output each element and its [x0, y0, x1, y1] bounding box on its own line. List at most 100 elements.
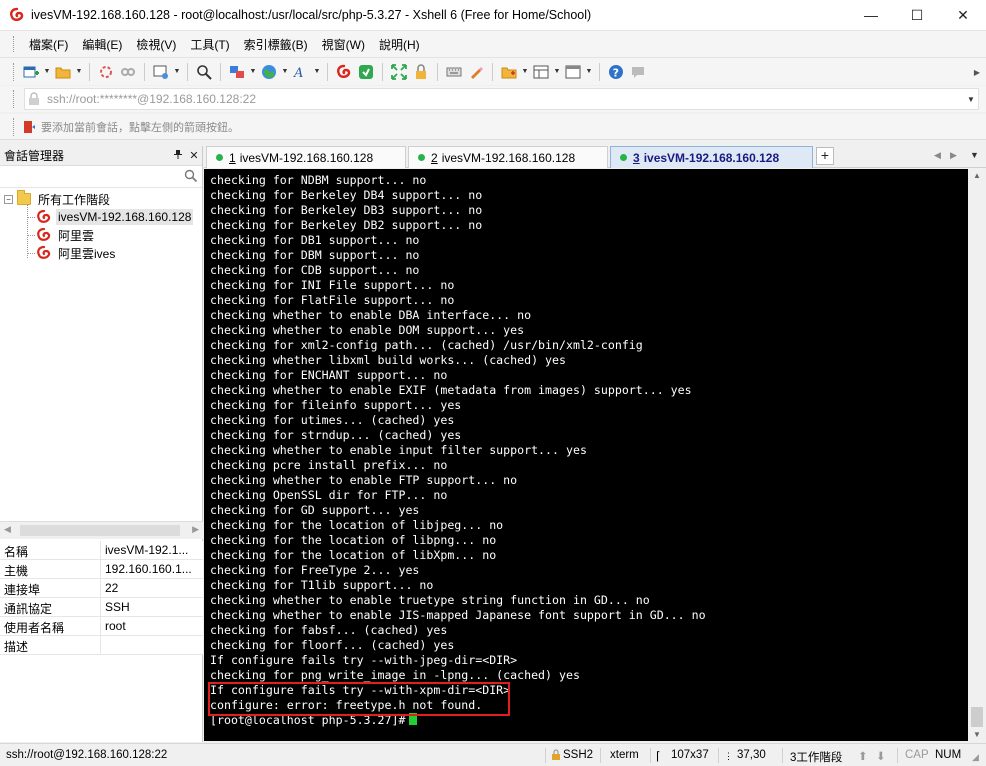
menu-window[interactable]: 視窗(W)	[315, 36, 372, 53]
globe-icon[interactable]	[258, 61, 280, 83]
fullscreen-icon[interactable]	[388, 61, 410, 83]
scroll-up-icon[interactable]: ▲	[973, 171, 981, 180]
new-session-dropdown-icon[interactable]: ▼	[42, 61, 52, 83]
property-row: 通訊協定 SSH	[0, 598, 203, 617]
window-icon[interactable]	[562, 61, 584, 83]
connected-status-icon	[216, 154, 223, 161]
scroll-thumb[interactable]	[971, 707, 983, 727]
property-value: SSH	[105, 600, 130, 614]
toolbar-separator	[492, 62, 493, 81]
transfer-dropdown-icon[interactable]: ▼	[248, 61, 258, 83]
bookmark-arrow-icon[interactable]	[22, 120, 36, 134]
tree-root[interactable]: − 所有工作階段	[0, 190, 203, 208]
terminal-line: checking for fileinfo support... yes	[210, 398, 462, 412]
connected-status-icon	[620, 154, 627, 161]
svg-text:A: A	[293, 66, 303, 80]
search-icon[interactable]	[184, 169, 198, 183]
status-num: NUM	[935, 749, 962, 761]
layout-icon[interactable]	[530, 61, 552, 83]
tab-next-icon[interactable]: ▶	[950, 150, 957, 161]
xftp-icon[interactable]	[355, 61, 377, 83]
terminal-line: checking whether libxml build works... (…	[210, 353, 566, 367]
terminal-scrollbar[interactable]: ▲ ▼	[968, 169, 986, 741]
new-session-icon[interactable]	[20, 61, 42, 83]
status-sessions: 3工作階段	[790, 752, 843, 764]
chat-icon[interactable]	[627, 61, 649, 83]
disconnect-icon[interactable]	[117, 61, 139, 83]
find-icon[interactable]	[193, 61, 215, 83]
menu-edit[interactable]: 編輯(E)	[75, 36, 129, 53]
session-search-input[interactable]	[0, 166, 202, 188]
terminal-line: checking whether to enable DOM support..…	[210, 323, 525, 337]
session-up-icon[interactable]: ⬆	[858, 749, 868, 763]
tab-prev-icon[interactable]: ◀	[934, 150, 941, 161]
scroll-right-icon[interactable]: ▶	[192, 524, 199, 535]
scroll-left-icon[interactable]: ◀	[4, 524, 11, 535]
toolbar-overflow-icon[interactable]: ▶	[974, 68, 980, 77]
menu-tab[interactable]: 索引標籤(B)	[237, 36, 315, 53]
session-down-icon[interactable]: ⬇	[876, 749, 886, 763]
new-folder-dropdown-icon[interactable]: ▼	[520, 61, 530, 83]
properties-icon[interactable]	[150, 61, 172, 83]
xshell-icon[interactable]	[333, 61, 355, 83]
menu-view[interactable]: 檢視(V)	[129, 36, 183, 53]
globe-dropdown-icon[interactable]: ▼	[280, 61, 290, 83]
pin-icon[interactable]	[170, 149, 186, 162]
property-row: 描述	[0, 636, 203, 655]
menu-file[interactable]: 檔案(F)	[22, 36, 75, 53]
window-dropdown-icon[interactable]: ▼	[584, 61, 594, 83]
status-separator	[782, 748, 783, 763]
help-icon[interactable]: ?	[605, 61, 627, 83]
tab-list-icon[interactable]: ▼	[970, 150, 979, 160]
terminal-line: checking for Berkeley DB4 support... no	[210, 188, 483, 202]
panel-horizontal-scrollbar[interactable]: ◀ ▶	[0, 521, 203, 539]
lock-icon[interactable]	[410, 61, 432, 83]
collapse-icon[interactable]: −	[4, 194, 13, 204]
tab-session-2[interactable]: 2 ivesVM-192.168.160.128	[408, 146, 608, 168]
close-button[interactable]: ✕	[940, 0, 986, 31]
resize-grip-icon[interactable]: ◢	[972, 752, 979, 763]
add-tab-button[interactable]: +	[816, 147, 834, 165]
status-size-icon: ⌈	[656, 751, 661, 763]
tree-item-label: ivesVM-192.168.160.128	[56, 209, 194, 225]
menu-tools[interactable]: 工具(T)	[183, 36, 236, 53]
open-folder-icon[interactable]	[52, 61, 74, 83]
font-dropdown-icon[interactable]: ▼	[312, 61, 322, 83]
terminal-line: checking for xml2-config path... (cached…	[210, 338, 643, 352]
tab-number: 2	[431, 150, 438, 165]
highlight-icon[interactable]	[465, 61, 487, 83]
terminal-line: checking for the location of libXpm... n…	[210, 548, 497, 562]
open-dropdown-icon[interactable]: ▼	[74, 61, 84, 83]
tab-session-3[interactable]: 3 ivesVM-192.168.160.128	[610, 146, 813, 168]
scroll-down-icon[interactable]: ▼	[973, 730, 981, 739]
terminal-line: checking whether to enable truetype stri…	[210, 593, 650, 607]
property-row: 名稱 ivesVM-192.1...	[0, 541, 203, 560]
status-separator	[897, 748, 898, 763]
maximize-button[interactable]: ☐	[894, 0, 940, 31]
tree-line	[27, 253, 35, 254]
reconnect-icon[interactable]	[95, 61, 117, 83]
font-icon[interactable]: A	[290, 61, 312, 83]
keyboard-icon[interactable]	[443, 61, 465, 83]
layout-dropdown-icon[interactable]: ▼	[552, 61, 562, 83]
toolbar-separator	[599, 62, 600, 81]
tab-session-1[interactable]: 1 ivesVM-192.168.160.128	[206, 146, 406, 168]
status-separator	[650, 748, 651, 763]
panel-close-icon[interactable]: ✕	[186, 149, 202, 162]
terminal-line: checking for INI File support... no	[210, 278, 455, 292]
terminal-line: checking for utimes... (cached) yes	[210, 413, 455, 427]
minimize-button[interactable]: —	[848, 0, 894, 31]
address-dropdown-icon[interactable]: ▼	[964, 95, 978, 104]
svg-text:?: ?	[613, 66, 619, 79]
status-connection: ssh://root@192.168.160.128:22	[6, 749, 168, 761]
property-value: 192.160.160.1...	[105, 562, 192, 576]
menu-help[interactable]: 說明(H)	[372, 36, 427, 53]
terminal[interactable]: checking for NDBM support... no checking …	[204, 169, 968, 741]
properties-dropdown-icon[interactable]: ▼	[172, 61, 182, 83]
toolbar-separator	[220, 62, 221, 81]
scroll-thumb[interactable]	[20, 525, 180, 536]
transfer-icon[interactable]	[226, 61, 248, 83]
new-folder-icon[interactable]	[498, 61, 520, 83]
address-input[interactable]: ssh://root:********@192.168.160.128:22 ▼	[24, 88, 979, 110]
terminal-line: checking for DBM support... no	[210, 248, 420, 262]
